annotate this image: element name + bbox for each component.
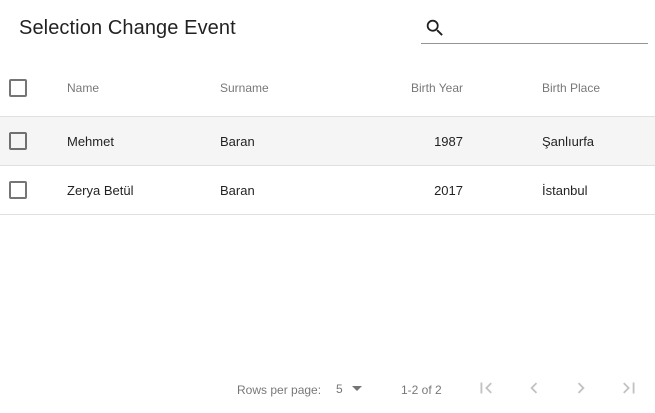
column-header-name[interactable]: Name (67, 60, 99, 116)
last-page-button[interactable] (617, 377, 641, 401)
row-checkbox[interactable] (9, 132, 27, 150)
column-header-surname[interactable]: Surname (220, 60, 269, 116)
last-page-icon (618, 377, 640, 402)
first-page-icon (475, 377, 497, 402)
search-field (421, 14, 648, 44)
cell-birth-place: Şanlıurfa (542, 133, 595, 149)
cell-birth-year: 2017 (434, 182, 463, 198)
rows-per-page-select[interactable]: 5 (336, 379, 366, 399)
next-page-button[interactable] (569, 377, 593, 401)
first-page-button[interactable] (474, 377, 498, 401)
table-row[interactable]: Zerya Betül Baran 2017 İstanbul (0, 166, 655, 215)
row-checkbox[interactable] (9, 181, 27, 199)
search-icon (424, 17, 446, 39)
search-input[interactable] (453, 16, 643, 42)
column-header-birth-year[interactable]: Birth Year (411, 60, 463, 116)
table-row[interactable]: Mehmet Baran 1987 Şanlıurfa (0, 117, 655, 166)
previous-page-button[interactable] (522, 377, 546, 401)
cell-surname: Baran (220, 182, 255, 198)
cell-name: Mehmet (67, 133, 114, 149)
table-header-row: Name Surname Birth Year Birth Place (0, 60, 655, 117)
chevron-down-icon (352, 386, 362, 391)
table-title: Selection Change Event (19, 17, 236, 39)
column-header-birth-place[interactable]: Birth Place (542, 60, 600, 116)
select-all-checkbox[interactable] (9, 79, 27, 97)
cell-birth-place: İstanbul (542, 182, 588, 198)
cell-name: Zerya Betül (67, 182, 134, 198)
pagination-range: 1-2 of 2 (401, 383, 442, 397)
rows-per-page-value: 5 (336, 382, 343, 396)
table-toolbar: Selection Change Event (0, 0, 655, 60)
data-table: Name Surname Birth Year Birth Place Mehm… (0, 60, 655, 215)
table-pagination: Rows per page: 5 1-2 of 2 (0, 370, 655, 410)
cell-surname: Baran (220, 133, 255, 149)
previous-page-icon (523, 377, 545, 402)
next-page-icon (570, 377, 592, 402)
cell-birth-year: 1987 (434, 133, 463, 149)
rows-per-page-label: Rows per page: (237, 383, 322, 397)
